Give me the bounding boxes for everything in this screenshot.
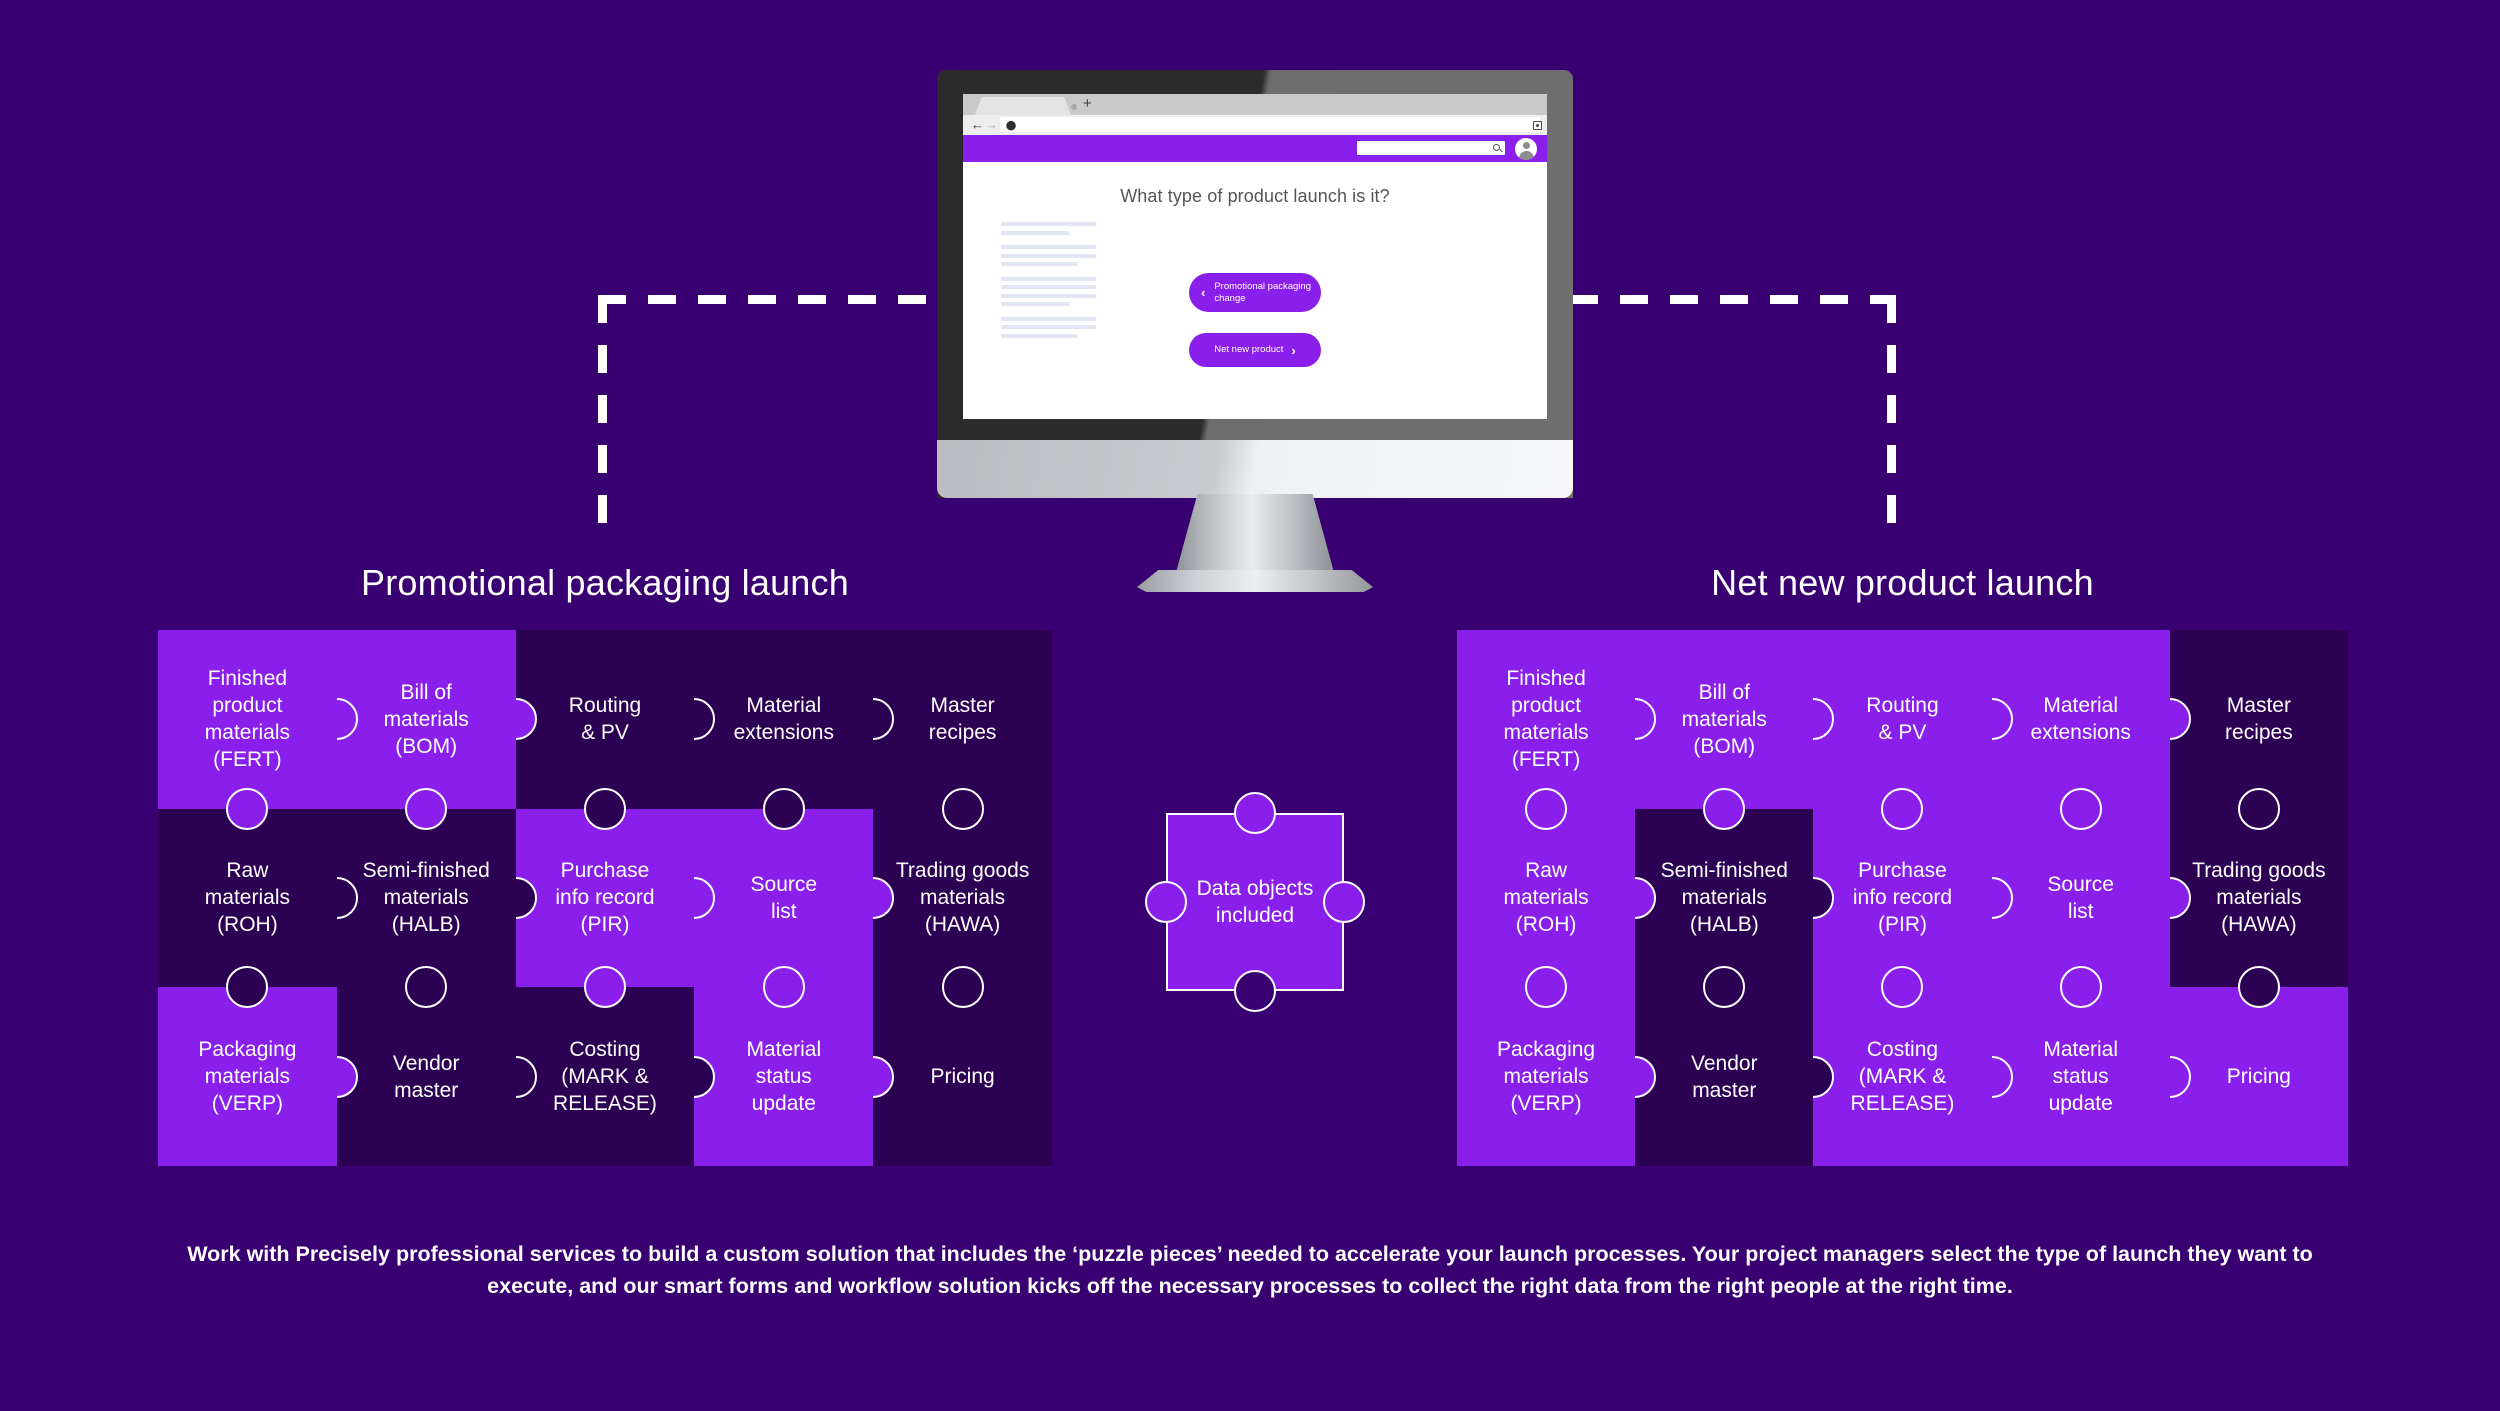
puzzle-piece: Semi-finished materials (HALB)	[315, 808, 516, 1009]
connector-dash-left-vertical	[598, 295, 607, 540]
puzzle-piece: Material extensions	[1970, 630, 2170, 830]
puzzle-piece: Source list	[673, 808, 874, 1009]
placeholder-text-block	[1001, 222, 1096, 342]
browser-tab-bar: +	[963, 94, 1547, 115]
monitor-stand-neck	[1175, 494, 1335, 576]
puzzle-piece: Routing & PV	[1792, 630, 1992, 830]
puzzle-piece: Material status update	[673, 987, 874, 1166]
puzzle-piece: Packaging materials (VERP)	[158, 987, 337, 1166]
netnew-puzzle-grid: Finished product materials (FERT) Bill of…	[1457, 630, 2348, 1166]
puzzle-piece: Bill of materials (BOM)	[315, 630, 516, 830]
puzzle-piece-label: Material status update	[746, 1038, 822, 1116]
puzzle-piece-label: Material extensions	[733, 694, 834, 745]
puzzle-piece: Packaging materials (VERP)	[1457, 987, 1636, 1166]
promotional-button-label: Promotional packaging change	[1214, 280, 1311, 304]
puzzle-piece-label: Semi-finished materials (HALB)	[1660, 859, 1788, 937]
puzzle-piece: Costing (MARK & RELEASE)	[494, 987, 695, 1166]
puzzle-piece-label: Routing & PV	[1866, 694, 1939, 745]
new-tab-icon[interactable]: +	[1083, 96, 1092, 112]
puzzle-piece: Bill of materials (BOM)	[1614, 630, 1814, 830]
connector-dash-right-horizontal	[1570, 295, 1896, 304]
puzzle-piece: Master recipes	[2148, 630, 2348, 830]
puzzle-piece-label: Pricing	[2226, 1065, 2291, 1089]
puzzle-piece: Costing (MARK & RELEASE)	[1792, 987, 1992, 1166]
promotional-launch-title: Promotional packaging launch	[361, 562, 849, 603]
puzzle-piece: Routing & PV	[494, 630, 695, 830]
monitor-illustration: + ← → ⬤ What type of product launch is i…	[937, 70, 1573, 592]
puzzle-piece: Vendor master	[315, 987, 516, 1166]
back-arrow-icon[interactable]: ←	[971, 116, 984, 134]
puzzle-piece: Purchase info record (PIR)	[1792, 808, 1992, 1009]
puzzle-piece-label: Material status update	[2043, 1038, 2119, 1116]
caption-text: Work with Precisely professional service…	[187, 1242, 2313, 1298]
legend-puzzle-piece: Data objects included	[1145, 792, 1365, 1012]
net-new-launch-title: Net new product launch	[1711, 562, 2094, 603]
puzzle-piece: Purchase info record (PIR)	[494, 808, 695, 1009]
connector-dash-left-horizontal	[598, 295, 940, 304]
puzzle-piece-label: Packaging materials (VERP)	[198, 1038, 297, 1116]
connector-dash-right-vertical	[1887, 295, 1896, 540]
monitor-chin	[937, 440, 1573, 498]
puzzle-piece: Finished product materials (FERT)	[1457, 630, 1636, 830]
page-question: What type of product launch is it?	[1120, 186, 1390, 206]
search-input[interactable]	[1357, 141, 1505, 155]
puzzle-piece-label: Source list	[750, 872, 818, 923]
promotional-packaging-change-button[interactable]: ‹ Promotional packaging change	[1189, 273, 1321, 312]
puzzle-piece-label: Costing (MARK & RELEASE)	[553, 1038, 657, 1116]
puzzle-piece: Trading goods materials (HAWA)	[2148, 808, 2348, 1009]
puzzle-piece: Vendor master	[1614, 987, 1814, 1166]
puzzle-piece: Master recipes	[852, 630, 1052, 830]
puzzle-piece: Trading goods materials (HAWA)	[852, 808, 1052, 1009]
puzzle-piece-label: Master recipes	[928, 694, 997, 745]
puzzle-piece: Semi-finished materials (HALB)	[1614, 808, 1814, 1009]
monitor-stand-base	[1137, 570, 1373, 592]
chevron-left-icon: ‹	[1201, 285, 1206, 300]
puzzle-piece: Material extensions	[673, 630, 874, 830]
puzzle-piece-label: Vendor master	[392, 1051, 460, 1102]
extension-icon[interactable]	[1533, 121, 1542, 130]
puzzle-piece-label: Packaging materials (VERP)	[1497, 1038, 1596, 1116]
user-avatar-icon[interactable]	[1515, 138, 1537, 160]
puzzle-piece: Material status update	[1970, 987, 2170, 1166]
puzzle-piece-label: Bill of materials (BOM)	[1681, 680, 1767, 758]
puzzle-piece: Pricing	[2148, 987, 2348, 1166]
puzzle-piece: Finished product materials (FERT)	[158, 630, 337, 830]
puzzle-piece-label: Bill of materials (BOM)	[383, 680, 469, 758]
puzzle-piece-label: Costing (MARK & RELEASE)	[1850, 1038, 1955, 1116]
chevron-right-icon: ›	[1291, 342, 1296, 358]
infographic-canvas: + ← → ⬤ What type of product launch is i…	[0, 0, 2500, 1411]
puzzle-piece-label: Trading goods materials (HAWA)	[895, 859, 1030, 937]
puzzle-piece: Pricing	[852, 987, 1052, 1166]
puzzle-piece: Raw materials (ROH)	[158, 808, 337, 1009]
forward-arrow-icon[interactable]: →	[985, 116, 998, 134]
address-bar-input[interactable]	[1000, 117, 1540, 132]
puzzle-piece-label: Source list	[2047, 872, 2114, 923]
puzzle-piece-label: Trading goods materials (HAWA)	[2192, 859, 2326, 937]
net-new-button-label: Net new product	[1214, 344, 1284, 355]
puzzle-piece-label: Purchase info record (PIR)	[555, 859, 655, 937]
puzzle-piece-label: Semi-finished materials (HALB)	[362, 859, 490, 937]
puzzle-piece: Source list	[1970, 808, 2170, 1009]
monitor-screen: + ← → ⬤ What type of product launch is i…	[963, 94, 1547, 419]
address-bar-favicon-icon: ⬤	[1006, 120, 1017, 130]
puzzle-piece-label: Routing & PV	[568, 694, 642, 745]
browser-tab[interactable]	[975, 97, 1071, 115]
puzzle-piece-label: Master recipes	[2225, 694, 2293, 745]
puzzle-piece: Raw materials (ROH)	[1457, 808, 1636, 1009]
search-icon[interactable]	[1493, 144, 1500, 151]
puzzle-piece-label: Purchase info record (PIR)	[1852, 859, 1953, 937]
puzzle-piece-label: Raw materials (ROH)	[1503, 859, 1589, 937]
tab-favicon-icon	[1071, 104, 1077, 110]
net-new-product-button[interactable]: Net new product ›	[1189, 333, 1321, 367]
legend-label: Data objects included	[1196, 877, 1314, 927]
puzzle-piece-label: Material extensions	[2030, 694, 2131, 745]
puzzle-piece-label: Pricing	[930, 1065, 995, 1089]
puzzle-piece-label: Vendor master	[1691, 1051, 1758, 1102]
promotional-puzzle-grid: Finished product materials (FERT) Bill of…	[158, 630, 1052, 1166]
puzzle-piece-label: Raw materials (ROH)	[204, 859, 290, 937]
puzzle-piece-label: Finished product materials (FERT)	[1503, 667, 1589, 772]
puzzle-piece-label: Finished product materials (FERT)	[204, 667, 290, 772]
